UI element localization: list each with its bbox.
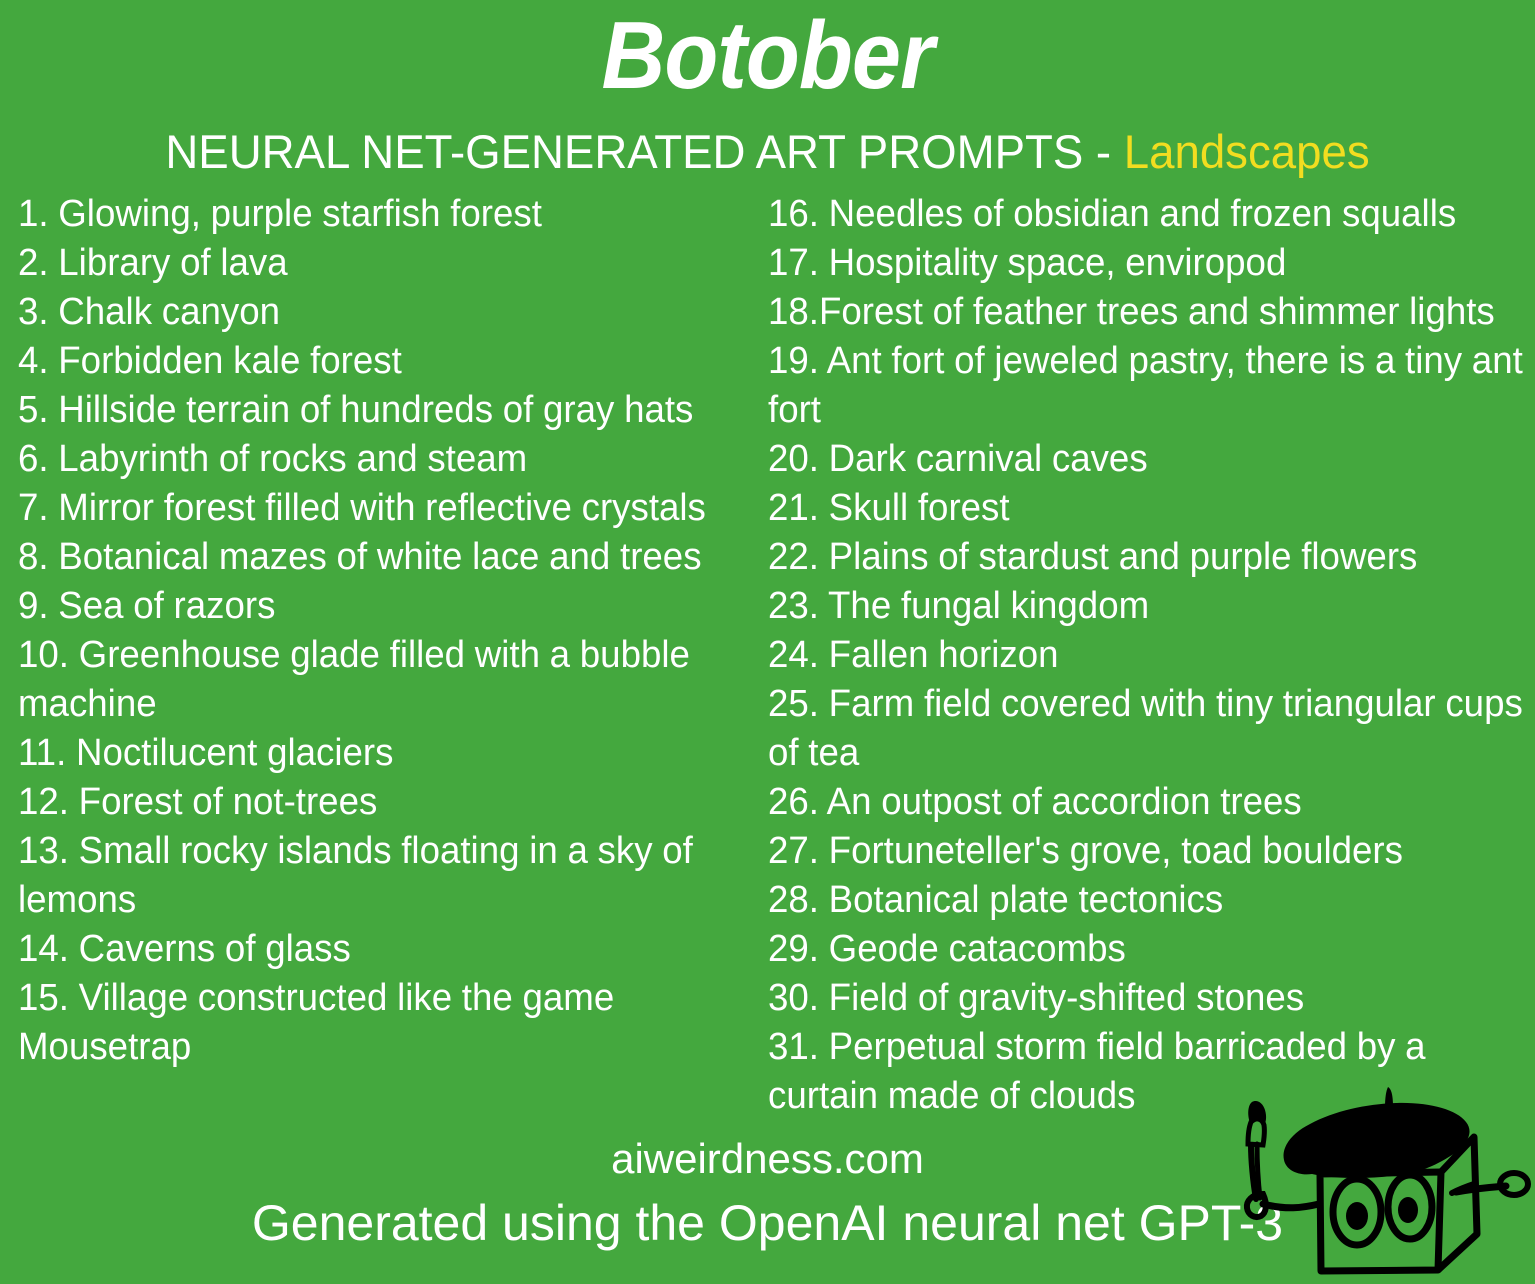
prompt-item-right-14: 30. Field of gravity-shifted stones [768,977,1305,1019]
prompt-item-left-4: 5. Hillside terrain of hundreds of gray … [18,389,694,431]
subtitle-main-text: NEURAL NET-GENERATED ART PROMPTS - [165,125,1124,178]
prompt-item-right-10: 26. An outpost of accordion trees [768,781,1302,823]
prompt-item-right-13: 29. Geode catacombs [768,928,1126,970]
prompt-item-left-14: 15. Village constructed like the game Mo… [18,977,615,1068]
prompt-item-right-12: 28. Botanical plate tectonics [768,879,1224,921]
subtitle: NEURAL NET-GENERATED ART PROMPTS - Lands… [23,128,1512,175]
prompt-item-right-6: 22. Plains of stardust and purple flower… [768,536,1418,578]
prompt-item-left-11: 12. Forest of not-trees [18,781,378,823]
prompt-item-right-1: 17. Hospitality space, enviropod [768,242,1287,284]
prompt-item-right-7: 23. The fungal kingdom [768,585,1150,627]
prompt-list: 1. Glowing, purple starfish forest 2. Lib… [0,190,1535,1130]
page-title: Botober [601,2,934,109]
prompt-item-left-3: 4. Forbidden kale forest [18,340,402,382]
prompt-item-left-12: 13. Small rocky islands floating in a sk… [18,830,693,921]
prompt-item-right-3: 19. Ant fort of jeweled pastry, there is… [768,340,1523,431]
prompt-item-right-4: 20. Dark carnival caves [768,438,1148,480]
prompt-item-left-0: 1. Glowing, purple starfish forest [18,193,542,235]
prompt-item-left-9: 10. Greenhouse glade filled with a bubbl… [18,634,690,725]
prompt-item-left-10: 11. Noctilucent glaciers [18,732,394,774]
prompt-item-left-5: 6. Labyrinth of rocks and steam [18,438,528,480]
prompt-item-right-2: 18.Forest of feather trees and shimmer l… [768,291,1495,333]
prompt-item-left-2: 3. Chalk canyon [18,291,280,333]
poster: Botober NEURAL NET-GENERATED ART PROMPTS… [0,0,1535,1284]
prompt-item-left-1: 2. Library of lava [18,242,288,284]
prompt-item-left-13: 14. Caverns of glass [18,928,351,970]
prompt-item-right-0: 16. Needles of obsidian and frozen squal… [768,193,1457,235]
prompt-item-right-11: 27. Fortuneteller's grove, toad boulders [768,830,1403,872]
prompt-item-right-9: 25. Farm field covered with tiny triangu… [768,683,1523,774]
prompt-column-left: 1. Glowing, purple starfish forest 2. Lib… [18,190,753,1072]
prompt-item-left-7: 8. Botanical mazes of white lace and tre… [18,536,702,578]
prompt-item-right-5: 21. Skull forest [768,487,1010,529]
prompt-item-left-6: 7. Mirror forest filled with reflective … [18,487,706,529]
subtitle-accent-text: Landscapes [1123,125,1370,178]
robot-mascot-icon [1216,1082,1535,1284]
prompt-column-right: 16. Needles of obsidian and frozen squal… [768,190,1530,1121]
prompt-item-left-8: 9. Sea of razors [18,585,276,627]
prompt-item-right-8: 24. Fallen horizon [768,634,1059,676]
